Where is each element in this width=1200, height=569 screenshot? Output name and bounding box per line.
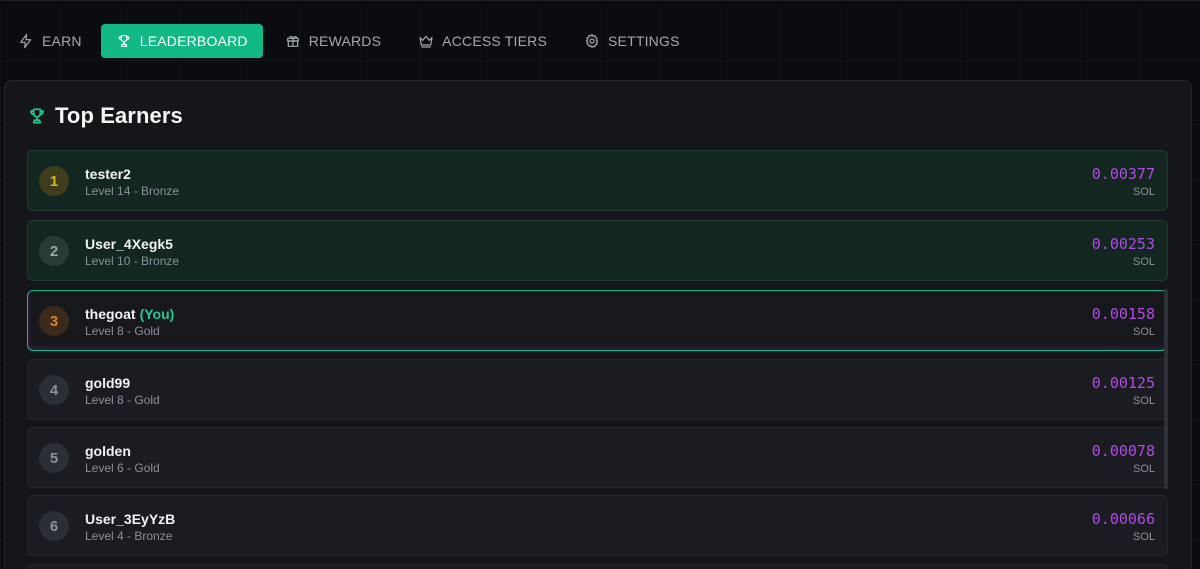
- leaderboard-row-partial[interactable]: [27, 564, 1168, 569]
- leaderboard-row[interactable]: 2 User_4Xegk5 Level 10 - Bronze 0.00253 …: [27, 220, 1168, 281]
- lightning-icon: [18, 33, 34, 49]
- user-level: Level 8 - Gold: [85, 324, 160, 338]
- rank-badge: 2: [39, 236, 69, 266]
- username: User_3EyYzB: [85, 511, 176, 527]
- you-tag: (You): [139, 306, 175, 322]
- gift-icon: [285, 33, 301, 49]
- user-level: Level 14 - Bronze: [85, 184, 180, 198]
- leaderboard-row[interactable]: 4 gold99 Level 8 - Gold 0.00125 SOL: [27, 359, 1168, 420]
- leaderboard-row[interactable]: 1 tester2 Level 14 - Bronze 0.00377 SOL: [27, 150, 1168, 211]
- tab-access-tiers[interactable]: ACCESS TIERS: [400, 24, 562, 58]
- page-title: Top Earners: [55, 103, 183, 128]
- rank-badge: 4: [39, 375, 69, 405]
- earned-amount: 0.00125: [1091, 374, 1155, 392]
- scrollbar[interactable]: [1164, 289, 1170, 489]
- tab-rewards-label: REWARDS: [308, 33, 382, 49]
- amount-unit: SOL: [1132, 256, 1155, 268]
- leaderboard-row[interactable]: 5 golden Level 6 - Gold 0.00078 SOL: [27, 427, 1168, 488]
- username-text: thegoat: [85, 306, 136, 322]
- username: User_4Xegk5: [85, 236, 173, 252]
- leaderboard-row[interactable]: 6 User_3EyYzB Level 4 - Bronze 0.00066 S…: [27, 495, 1168, 556]
- crown-icon: [418, 33, 434, 49]
- leaderboard-panel: Top Earners 1 tester2 Level 14 - Bronze …: [4, 80, 1192, 569]
- earned-amount: 0.00253: [1091, 235, 1155, 253]
- trophy-icon: [27, 106, 47, 126]
- user-level: Level 4 - Bronze: [85, 529, 173, 543]
- username: thegoat (You): [85, 306, 174, 322]
- earned-amount: 0.00377: [1091, 165, 1155, 183]
- tab-settings[interactable]: SETTINGS: [566, 24, 695, 58]
- amount-unit: SOL: [1132, 186, 1155, 198]
- rank-badge: 6: [39, 511, 69, 541]
- panel-header: Top Earners: [27, 103, 183, 129]
- rank-badge: 1: [39, 166, 69, 196]
- earned-amount: 0.00158: [1091, 305, 1155, 323]
- scrollbar-thumb[interactable]: [1164, 289, 1168, 489]
- rank-badge: 3: [39, 306, 69, 336]
- tab-earn-label: EARN: [42, 33, 82, 49]
- rank-badge: 5: [39, 443, 69, 473]
- trophy-icon: [116, 33, 132, 49]
- amount-unit: SOL: [1132, 531, 1155, 543]
- user-level: Level 8 - Gold: [85, 393, 160, 407]
- gear-icon: [584, 33, 600, 49]
- amount-unit: SOL: [1132, 326, 1155, 338]
- leaderboard-row-current-user[interactable]: 3 thegoat (You) Level 8 - Gold 0.00158 SO…: [27, 290, 1168, 351]
- tab-access-tiers-label: ACCESS TIERS: [442, 33, 548, 49]
- tab-earn[interactable]: EARN: [0, 24, 97, 58]
- user-level: Level 6 - Gold: [85, 461, 160, 475]
- tab-rewards[interactable]: REWARDS: [267, 24, 396, 58]
- earned-amount: 0.00066: [1091, 510, 1155, 528]
- amount-unit: SOL: [1132, 395, 1155, 407]
- amount-unit: SOL: [1132, 463, 1155, 475]
- earned-amount: 0.00078: [1091, 442, 1155, 460]
- username: gold99: [85, 375, 131, 391]
- tab-leaderboard-label: LEADERBOARD: [139, 33, 248, 49]
- user-level: Level 10 - Bronze: [85, 254, 180, 268]
- tab-leaderboard[interactable]: LEADERBOARD: [100, 24, 263, 58]
- username: golden: [85, 443, 131, 459]
- main-nav: EARN LEADERBOARD REWARDS ACCESS TIERS SE…: [0, 24, 699, 58]
- username: tester2: [85, 166, 131, 182]
- tab-settings-label: SETTINGS: [608, 33, 680, 49]
- top-divider: [0, 0, 1200, 1]
